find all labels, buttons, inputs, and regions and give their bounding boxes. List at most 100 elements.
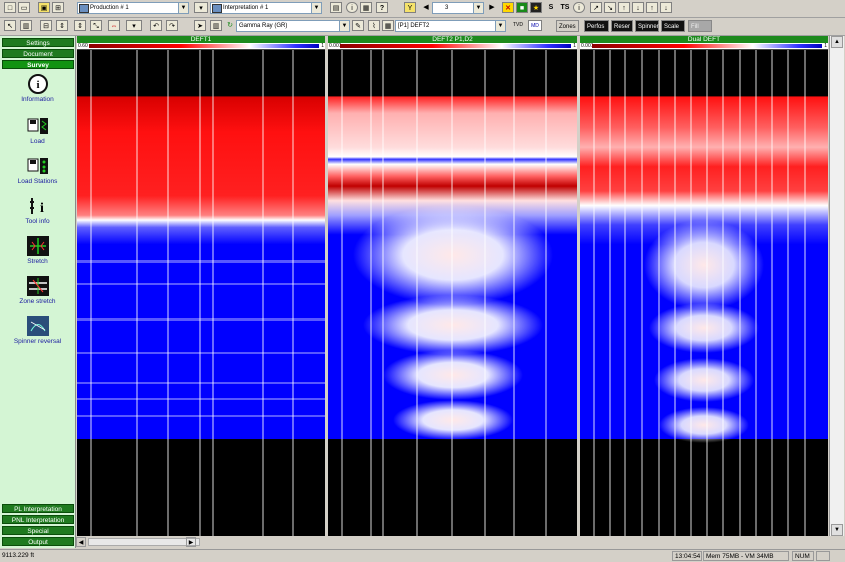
spinner-reversal-icon — [26, 316, 49, 336]
export-icon[interactable]: ⊞ — [52, 2, 64, 13]
sidebar-item-zone-stretch[interactable]: Zone stretch — [0, 276, 75, 305]
track-dual-deft[interactable]: Dual DEFT 0.001 1 — [580, 36, 828, 536]
pass-icon[interactable]: ▦ — [382, 20, 394, 31]
star-icon[interactable]: ★ — [530, 2, 542, 13]
sidebar: Settings Document Survey i Information L… — [0, 36, 76, 548]
zoom-out-icon[interactable]: ⇕ — [74, 20, 86, 31]
edit-channel-icon[interactable]: ✎ — [352, 20, 364, 31]
zoom-in-icon[interactable]: ⇕ — [56, 20, 68, 31]
layout-icon[interactable]: ▥ — [20, 20, 32, 31]
redo-icon[interactable]: ↷ — [166, 20, 178, 31]
production-icon — [79, 4, 89, 13]
s-button[interactable]: S — [545, 2, 557, 13]
sidebar-section-special[interactable]: Special — [2, 526, 74, 535]
pass-number-spinner[interactable]: 3 ▼ — [432, 2, 484, 14]
spinner-button[interactable]: Spinner — [635, 20, 659, 32]
sidebar-item-load[interactable]: Load — [0, 116, 75, 145]
channel-value: Gamma Ray (GR) — [239, 23, 288, 29]
perfos-button[interactable]: Perfos — [584, 20, 609, 32]
scroll-down-icon[interactable]: ▼ — [831, 524, 843, 536]
undo-icon[interactable]: ↶ — [150, 20, 162, 31]
color-scale: 0.001 1 — [580, 43, 828, 50]
print-icon[interactable]: ▤ — [330, 2, 342, 13]
sidebar-item-stretch[interactable]: Stretch — [0, 236, 75, 265]
scale-max: 1 — [824, 43, 827, 49]
sidebar-item-tool-info[interactable]: i Tool info — [0, 196, 75, 225]
filter-icon[interactable]: Y — [404, 2, 416, 13]
tvd-button[interactable]: TVD — [512, 20, 524, 31]
interpretation-select[interactable]: Interpretation # 1 ▼ — [210, 2, 322, 14]
sidebar-item-information[interactable]: i Information — [0, 74, 75, 103]
scroll-up-icon[interactable]: ▲ — [831, 36, 843, 48]
depth-readout: 9113.229 ft — [0, 551, 37, 561]
close-icon[interactable]: ✕ — [502, 2, 514, 13]
previous-icon[interactable]: ◀ — [420, 2, 432, 13]
scale-max: 1 — [321, 43, 324, 49]
grid-icon[interactable]: ▥ — [210, 20, 222, 31]
sidebar-section-pl-interpretation[interactable]: PL Interpretation — [2, 504, 74, 513]
ts-button[interactable]: TS — [558, 2, 572, 13]
track-image — [328, 50, 577, 536]
scroll-thumb[interactable] — [88, 538, 200, 546]
info-icon[interactable]: i — [573, 2, 585, 13]
sidebar-section-pnl-interpretation[interactable]: PNL Interpretation — [2, 515, 74, 524]
sidebar-item-spinner-reversal[interactable]: Spinner reversal — [0, 316, 75, 345]
info-circle-icon[interactable]: i — [346, 2, 358, 13]
pin-icon[interactable]: ↑ — [646, 2, 658, 13]
scale-gradient — [89, 44, 319, 48]
green-tool-icon[interactable]: ■ — [516, 2, 528, 13]
num-lock-indicator: NUM — [792, 551, 814, 561]
depth-plus-icon[interactable]: ↑ — [618, 2, 630, 13]
scroll-left-icon[interactable]: ◀ — [76, 537, 86, 547]
zoom-all-icon[interactable]: ⊟ — [40, 20, 52, 31]
track-deft1[interactable]: DEFT1 0.60 1 — [77, 36, 325, 536]
zoom-window-icon[interactable]: ⤡ — [90, 20, 102, 31]
stretch-tool-icon[interactable]: ⇔ — [108, 20, 120, 31]
vertical-scrollbar[interactable]: ▲ ▼ — [829, 36, 844, 536]
channel-select[interactable]: Gamma Ray (GR) ▼ — [236, 20, 350, 32]
arrow-tool-icon[interactable]: ➤ — [194, 20, 206, 31]
scale-gradient — [592, 44, 822, 48]
cursor-icon[interactable]: ↖ — [4, 20, 16, 31]
reser-button[interactable]: Reser — [611, 20, 633, 32]
chart-icon[interactable]: ⌇ — [368, 20, 380, 31]
sidebar-section-output[interactable]: Output — [2, 537, 74, 546]
depth-minus-icon[interactable]: ↓ — [632, 2, 644, 13]
tool-menu-icon[interactable]: ▾ — [126, 20, 142, 31]
pass-value: [P1] DEFT2 — [398, 23, 430, 29]
open-folder-icon[interactable]: ▭ — [18, 2, 30, 13]
chevron-down-icon[interactable]: ▼ — [311, 3, 321, 13]
chevron-down-icon[interactable]: ▼ — [339, 21, 349, 31]
pin-down-icon[interactable]: ↓ — [660, 2, 672, 13]
chevron-down-icon[interactable]: ▼ — [495, 21, 505, 31]
zones-button[interactable]: Zones — [556, 20, 579, 32]
track-deft2[interactable]: DEFT2 P1,D2 0.001 1 — [328, 36, 577, 536]
refresh-icon[interactable]: ↻ — [224, 20, 236, 31]
scale-button[interactable]: Scale — [661, 20, 685, 32]
report-icon[interactable]: ▣ — [38, 2, 50, 13]
md-button[interactable]: MD — [528, 20, 542, 31]
sidebar-item-load-stations[interactable]: Load Stations — [0, 156, 75, 185]
depth-up-icon[interactable]: ↗ — [590, 2, 602, 13]
chevron-down-icon[interactable]: ▼ — [178, 3, 188, 13]
horizontal-scrollbar[interactable]: ◀ ▶ — [76, 536, 829, 548]
sidebar-section-survey[interactable]: Survey — [2, 60, 74, 69]
sidebar-section-document[interactable]: Document — [2, 49, 74, 58]
status-bar: 9113.229 ft 13:04:54 Mem 75MB - VM 34MB … — [0, 549, 845, 562]
snapshot-icon[interactable]: ▦ — [360, 2, 372, 13]
sidebar-section-settings[interactable]: Settings — [2, 38, 74, 47]
production-select[interactable]: Production # 1 ▼ — [77, 2, 189, 14]
scroll-right-icon[interactable]: ▶ — [186, 537, 196, 547]
depth-down-icon[interactable]: ↘ — [604, 2, 616, 13]
next-icon[interactable]: ▶ — [486, 2, 498, 13]
track-image — [580, 50, 828, 536]
pass-select[interactable]: [P1] DEFT2 ▼ — [395, 20, 506, 32]
chevron-down-icon[interactable]: ▼ — [473, 3, 483, 13]
interpretation-menu-icon[interactable]: ▾ — [194, 2, 208, 13]
toolbar-secondary: ↖ ▥ ⊟ ⇕ ⇕ ⤡ ⇔ ▾ ↶ ↷ ➤ ▥ ↻ Gamma Ray (GR)… — [0, 18, 845, 36]
fill-button[interactable]: Fill — [688, 20, 712, 32]
help-icon[interactable]: ? — [376, 2, 388, 13]
scale-min: 0.60 — [78, 43, 88, 49]
sidebar-item-label: Stretch — [27, 258, 48, 265]
new-file-icon[interactable]: □ — [4, 2, 16, 13]
